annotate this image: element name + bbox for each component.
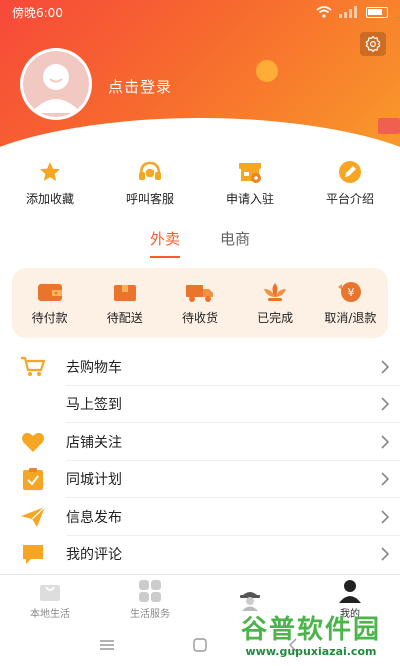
- menu-item-city-plan[interactable]: 同城计划: [0, 461, 400, 499]
- quick-action-label: 呼叫客服: [125, 192, 174, 206]
- order-completed[interactable]: 已完成: [240, 281, 310, 326]
- chevron-right-icon: [381, 510, 390, 524]
- menu-item-label: 信息发布: [66, 509, 122, 526]
- battery-icon: [366, 6, 388, 18]
- wifi-icon: [316, 6, 332, 18]
- login-link[interactable]: 点击登录: [108, 76, 172, 97]
- menu-item-label: 马上签到: [66, 397, 122, 414]
- quick-action-label: 申请入驻: [225, 192, 274, 206]
- order-status-label: 取消/退款: [324, 310, 377, 325]
- quick-action-service[interactable]: 呼叫客服: [105, 160, 195, 216]
- quick-action-label: 平台介绍: [325, 192, 374, 206]
- nav-local-life[interactable]: 本地生活: [0, 575, 100, 624]
- status-time: 傍晚6:00: [12, 5, 63, 20]
- menu-item-label: 同城计划: [66, 472, 122, 489]
- chevron-right-icon: [381, 472, 390, 486]
- order-pending-payment[interactable]: 待付款: [15, 281, 85, 326]
- svg-text:¥: ¥: [348, 286, 355, 299]
- user-avatar-icon: [23, 51, 89, 117]
- order-status-card: 待付款 待配送 待收货 已完成 ¥ 取消/退款: [12, 268, 388, 338]
- order-pending-receipt[interactable]: 待收货: [165, 281, 235, 326]
- tab-takeout[interactable]: 外卖: [149, 228, 181, 258]
- order-status-label: 已完成: [257, 310, 294, 325]
- watermark: 谷普软件园 www.gupuxiazai.com: [222, 608, 400, 666]
- grid-icon: [139, 580, 161, 602]
- refund-icon: ¥: [338, 281, 362, 302]
- nav-life-service[interactable]: 生活服务: [100, 575, 200, 624]
- chevron-right-icon: [381, 547, 390, 561]
- menu-item-label: 去购物车: [66, 359, 122, 376]
- truck-icon: [185, 284, 213, 302]
- menu-item-comments[interactable]: 我的评论: [0, 536, 400, 574]
- star-icon: [40, 162, 60, 181]
- order-pending-delivery[interactable]: 待配送: [90, 281, 160, 326]
- profile-header: 傍晚6:00 点击登录: [0, 0, 400, 150]
- headset-icon: [139, 161, 161, 180]
- gear-icon: [365, 35, 381, 53]
- avatar[interactable]: [20, 48, 92, 120]
- menu-item-label: 我的评论: [66, 547, 122, 564]
- checklist-icon: [23, 468, 43, 491]
- menu-item-follow[interactable]: 店铺关注: [0, 423, 400, 461]
- chevron-right-icon: [381, 435, 390, 449]
- coupon-icon[interactable]: [378, 118, 400, 134]
- pen-icon: [339, 161, 361, 183]
- person-icon: [339, 580, 361, 603]
- order-status-label: 待收货: [181, 310, 218, 325]
- quick-action-apply[interactable]: 申请入驻: [205, 160, 295, 216]
- quick-actions: 添加收藏 呼叫客服 申请入驻 平台介绍: [0, 160, 400, 216]
- watermark-url: www.gupuxiazai.com: [245, 645, 377, 658]
- courier-icon: [240, 591, 260, 611]
- heart-icon: [22, 432, 44, 452]
- decorative-circle: [256, 60, 278, 82]
- menu-item-label: 店铺关注: [66, 434, 122, 451]
- home-icon[interactable]: [192, 637, 208, 653]
- watermark-title: 谷普软件园: [240, 615, 381, 645]
- bag-icon: [40, 585, 60, 601]
- box-icon: [113, 284, 136, 301]
- menu-item-publish[interactable]: 信息发布: [0, 498, 400, 536]
- nav-label: 本地生活: [30, 609, 70, 620]
- cart-icon: [21, 356, 46, 376]
- signal-icon: [339, 6, 357, 18]
- tab-ecommerce[interactable]: 电商: [220, 228, 250, 258]
- store-icon: [239, 163, 261, 183]
- comment-icon: [23, 545, 43, 565]
- status-icons: [316, 6, 388, 18]
- settings-button[interactable]: [360, 32, 386, 56]
- quick-action-about[interactable]: 平台介绍: [305, 160, 395, 216]
- quick-action-label: 添加收藏: [25, 192, 74, 206]
- quick-action-favorite[interactable]: 添加收藏: [5, 160, 95, 216]
- menu-list: 去购物车 马上签到 店铺关注 同城计划 信息发布 我的评论: [0, 348, 400, 573]
- menu-item-cart[interactable]: 去购物车: [0, 348, 400, 386]
- order-refund[interactable]: ¥ 取消/退款: [315, 281, 385, 326]
- status-bar: 傍晚6:00: [0, 0, 400, 24]
- order-status-label: 待付款: [31, 310, 68, 325]
- menu-item-checkin[interactable]: 马上签到: [0, 386, 400, 424]
- chevron-right-icon: [381, 360, 390, 374]
- chevron-right-icon: [381, 397, 390, 411]
- paper-plane-icon: [21, 506, 46, 527]
- nav-label: 生活服务: [130, 609, 170, 620]
- order-status-label: 待配送: [106, 310, 143, 325]
- lotus-icon: [264, 282, 287, 301]
- wallet-icon: [37, 283, 62, 301]
- menu-icon[interactable]: [99, 639, 115, 651]
- order-type-tabs: 外卖 电商: [0, 228, 400, 258]
